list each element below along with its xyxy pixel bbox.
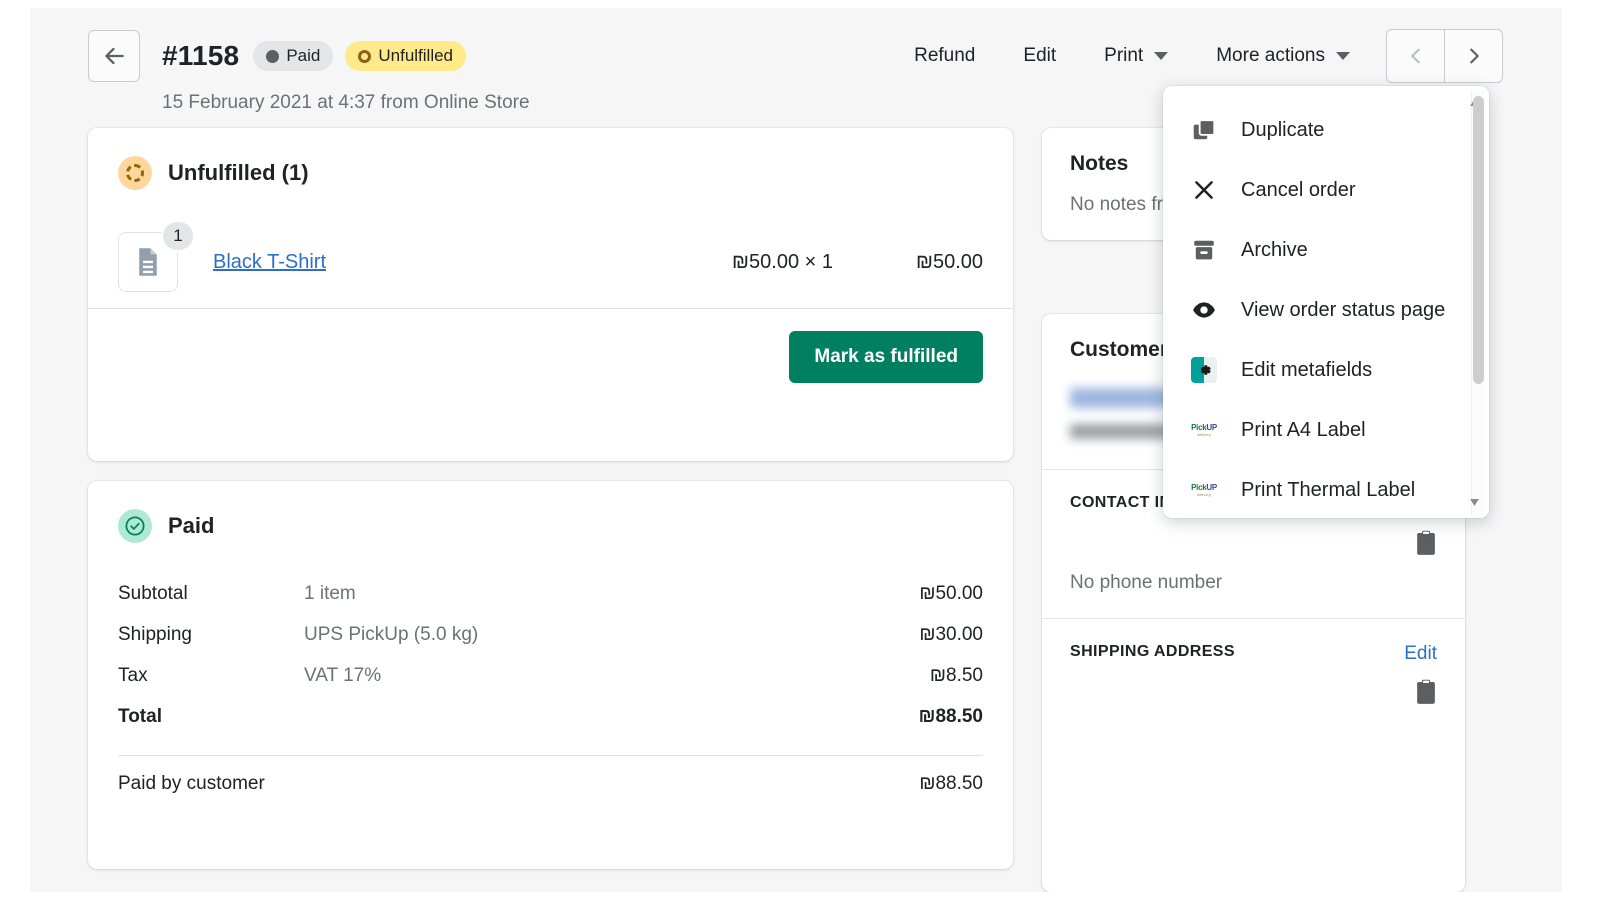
- back-button[interactable]: [88, 30, 140, 82]
- mark-as-fulfilled-button[interactable]: Mark as fulfilled: [789, 331, 983, 383]
- status-badge-fulfillment: Unfulfilled: [345, 41, 466, 71]
- page-canvas: #1158 Paid Unfulfilled Refund Edit Print: [30, 8, 1562, 892]
- row-description: 1 item: [304, 583, 919, 605]
- chevron-right-icon: [1463, 45, 1485, 67]
- header-actions: Refund Edit Print More actions: [900, 29, 1503, 83]
- close-x-icon: [1189, 177, 1219, 203]
- row-description: UPS PickUp (5.0 kg): [304, 624, 919, 646]
- paid-by-customer-row: Paid by customer ₪88.50: [88, 756, 1013, 812]
- menu-item-duplicate[interactable]: Duplicate: [1163, 100, 1489, 160]
- menu-item-label: Print A4 Label: [1241, 419, 1366, 442]
- table-row: Subtotal 1 item ₪50.00: [118, 573, 983, 614]
- menu-item-print-a4-label[interactable]: PickUP delivery Print A4 Label: [1163, 400, 1489, 460]
- paid-by-customer-value: ₪88.50: [919, 773, 983, 795]
- pickup-logo-icon: PickUP delivery: [1189, 480, 1219, 500]
- eye-icon: [1189, 297, 1219, 323]
- shipping-address-label: SHIPPING ADDRESS: [1070, 643, 1235, 661]
- menu-item-view-order-status-page[interactable]: View order status page: [1163, 280, 1489, 340]
- more-actions-menu-list: Duplicate Cancel order: [1163, 86, 1489, 518]
- table-row: Shipping UPS PickUp (5.0 kg) ₪30.00: [118, 614, 983, 655]
- duplicate-icon: [1189, 117, 1219, 143]
- previous-order-button[interactable]: [1387, 30, 1444, 82]
- fulfillment-card-header: Unfulfilled (1): [88, 128, 1013, 190]
- payment-card-title: Paid: [168, 513, 214, 539]
- clipboard-icon[interactable]: [1415, 679, 1437, 705]
- app-root: #1158 Paid Unfulfilled Refund Edit Print: [0, 0, 1600, 900]
- row-value: ₪88.50: [919, 706, 983, 728]
- row-value: ₪30.00: [919, 624, 983, 646]
- paid-dot-icon: [266, 50, 279, 63]
- more-actions-button[interactable]: More actions: [1202, 37, 1364, 75]
- line-item-quantity-badge: 1: [161, 220, 195, 252]
- menu-item-cancel-order[interactable]: Cancel order: [1163, 160, 1489, 220]
- row-label: Tax: [118, 665, 304, 687]
- table-row: Tax VAT 17% ₪8.50: [118, 655, 983, 696]
- menu-item-print-thermal-label[interactable]: PickUP delivery Print Thermal Label: [1163, 460, 1489, 518]
- row-label: Total: [118, 706, 304, 728]
- clipboard-icon[interactable]: [1415, 530, 1437, 556]
- row-label: Subtotal: [118, 583, 304, 605]
- fulfillment-card: Unfulfilled (1) 1 Black T-: [88, 128, 1013, 461]
- paid-check-circle-icon: [118, 509, 152, 543]
- row-label: Shipping: [118, 624, 304, 646]
- unfulfilled-dot-icon: [358, 50, 371, 63]
- gear-icon: [1189, 357, 1219, 383]
- chevron-down-icon: [1154, 52, 1168, 60]
- menu-item-archive[interactable]: Archive: [1163, 220, 1489, 280]
- next-order-button[interactable]: [1445, 30, 1502, 82]
- menu-item-label: Archive: [1241, 239, 1308, 262]
- archive-icon: [1189, 237, 1219, 263]
- row-value: ₪50.00: [919, 583, 983, 605]
- line-item-total: ₪50.00: [833, 251, 983, 274]
- chevron-down-icon: [1336, 52, 1350, 60]
- menu-item-label: Duplicate: [1241, 119, 1324, 142]
- edit-button[interactable]: Edit: [1009, 37, 1070, 75]
- order-pagination: [1386, 29, 1503, 83]
- line-item-unit-price: ₪50.00 × 1: [732, 251, 833, 274]
- menu-item-label: Edit metafields: [1241, 359, 1372, 382]
- status-badge-payment: Paid: [253, 41, 333, 71]
- payment-card-header: Paid: [88, 481, 1013, 543]
- line-item-product-link[interactable]: Black T-Shirt: [213, 251, 326, 274]
- edit-shipping-address-link[interactable]: Edit: [1404, 643, 1437, 665]
- fulfillment-card-title: Unfulfilled (1): [168, 160, 309, 186]
- refund-button[interactable]: Refund: [900, 37, 989, 75]
- print-button-label: Print: [1104, 45, 1143, 67]
- status-badge-fulfillment-label: Unfulfilled: [378, 46, 453, 66]
- row-description: VAT 17%: [304, 665, 930, 687]
- payment-totals-table: Subtotal 1 item ₪50.00 Shipping UPS Pick…: [88, 543, 1013, 737]
- unfulfilled-dashed-circle-icon: [118, 156, 152, 190]
- status-badge-payment-label: Paid: [286, 46, 320, 66]
- paid-by-customer-label: Paid by customer: [118, 773, 265, 795]
- fulfillment-card-footer: Mark as fulfilled: [88, 309, 1013, 405]
- menu-item-label: Print Thermal Label: [1241, 479, 1415, 502]
- menu-item-label: View order status page: [1241, 299, 1445, 322]
- contact-phone-text: No phone number: [1070, 572, 1437, 594]
- pickup-logo-icon: PickUP delivery: [1189, 420, 1219, 440]
- product-placeholder-icon: [135, 247, 161, 277]
- payment-card: Paid Subtotal 1 item ₪50.00 Shipping UPS…: [88, 481, 1013, 869]
- line-item-thumbnail: 1: [118, 232, 178, 292]
- arrow-left-icon: [101, 43, 127, 69]
- line-item: 1 Black T-Shirt ₪50.00 × 1 ₪50.00: [88, 216, 1013, 308]
- menu-scrollbar-thumb[interactable]: [1473, 96, 1484, 384]
- chevron-left-icon: [1405, 45, 1427, 67]
- shipping-address-section: SHIPPING ADDRESS Edit: [1042, 619, 1465, 729]
- page-title: #1158: [162, 40, 239, 72]
- menu-item-label: Cancel order: [1241, 179, 1356, 202]
- more-actions-label: More actions: [1216, 45, 1325, 67]
- scroll-down-arrow-icon[interactable]: [1467, 494, 1481, 510]
- menu-item-edit-metafields[interactable]: Edit metafields: [1163, 340, 1489, 400]
- more-actions-menu: Duplicate Cancel order: [1163, 86, 1489, 518]
- row-value: ₪8.50: [930, 665, 983, 687]
- table-row: Total ₪88.50: [118, 696, 983, 737]
- print-button[interactable]: Print: [1090, 37, 1182, 75]
